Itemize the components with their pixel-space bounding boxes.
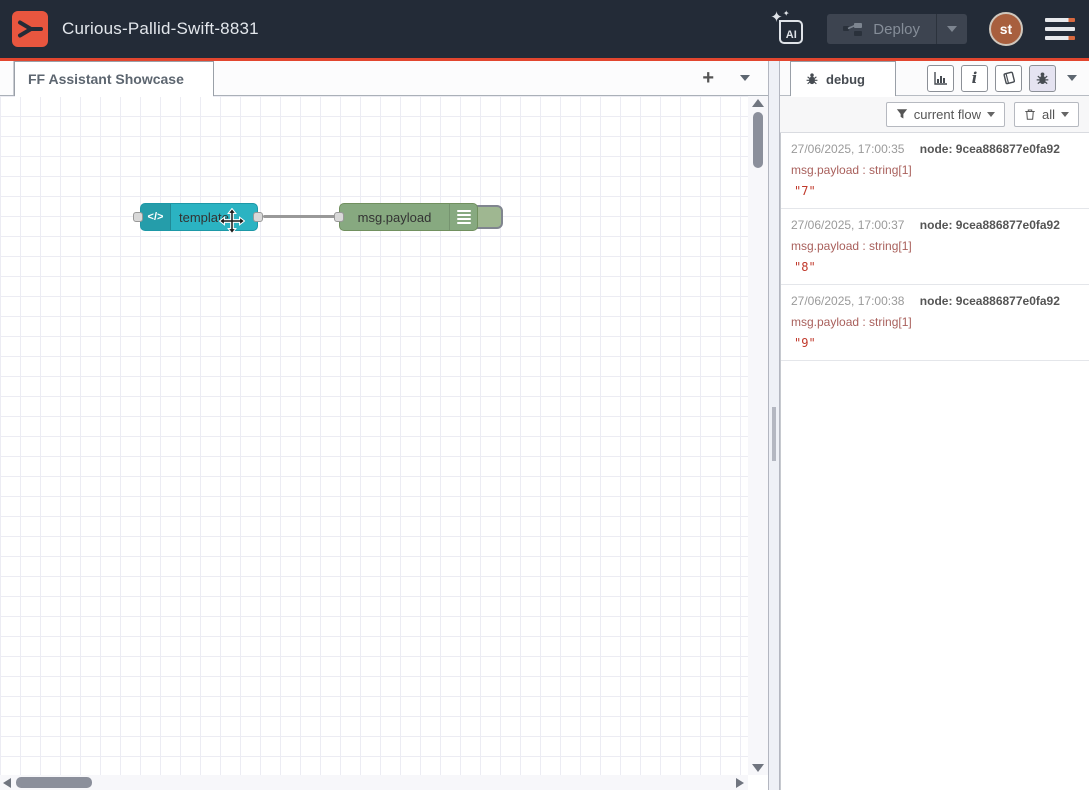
bar-chart-icon <box>933 70 949 86</box>
sidebar: debug i <box>780 61 1089 790</box>
message-property: msg.payload : string[1] <box>791 315 1079 329</box>
chevron-down-icon <box>987 112 995 117</box>
wire[interactable] <box>263 215 341 218</box>
debug-message-list: 27/06/2025, 17:00:35 node: 9cea886877e0f… <box>780 133 1089 790</box>
logo-fork-glyph <box>16 15 44 43</box>
output-port[interactable] <box>253 212 263 222</box>
message-property: msg.payload : string[1] <box>791 163 1079 177</box>
sidebar-menu-button[interactable] <box>1067 75 1077 81</box>
chevron-down-icon <box>947 26 957 32</box>
flow-canvas[interactable]: </> template msg.payload <box>0 96 748 775</box>
message-value: "8" <box>791 260 1079 274</box>
flow-tab-label: FF Assistant Showcase <box>28 71 184 87</box>
message-timestamp: 27/06/2025, 17:00:37 <box>791 218 904 232</box>
flowfuse-logo-icon[interactable] <box>12 11 48 47</box>
filter-label: current flow <box>914 107 981 122</box>
debug-message[interactable]: 27/06/2025, 17:00:35 node: 9cea886877e0f… <box>781 133 1089 209</box>
deploy-pipeline-icon <box>843 22 863 36</box>
avatar-initials: st <box>1000 21 1012 37</box>
scroll-right-arrow[interactable] <box>736 778 744 788</box>
message-node-id: node: 9cea886877e0fa92 <box>920 218 1060 232</box>
move-cursor-icon <box>219 208 245 234</box>
node-debug[interactable]: msg.payload <box>339 203 478 231</box>
debug-toolbar: current flow all <box>780 96 1089 133</box>
info-icon: i <box>972 69 978 87</box>
book-icon <box>1001 70 1017 86</box>
hamburger-bar <box>1045 27 1075 31</box>
debug-clear-button[interactable]: all <box>1014 102 1079 127</box>
input-port[interactable] <box>133 212 143 222</box>
tab-scroll-spacer <box>0 61 14 95</box>
deploy-options-button[interactable] <box>936 14 967 44</box>
funnel-icon <box>896 108 908 120</box>
ai-label: AI <box>779 20 803 44</box>
debug-tab-button[interactable] <box>1029 65 1056 92</box>
scroll-down-arrow[interactable] <box>752 764 764 772</box>
debug-message[interactable]: 27/06/2025, 17:00:37 node: 9cea886877e0f… <box>781 209 1089 285</box>
page-title: Curious-Pallid-Swift-8831 <box>62 19 259 39</box>
list-icon <box>449 204 477 230</box>
message-node-id: node: 9cea886877e0fa92 <box>920 142 1060 156</box>
scroll-left-arrow[interactable] <box>3 778 11 788</box>
chevron-down-icon <box>1061 112 1069 117</box>
debug-filter-button[interactable]: current flow <box>886 102 1005 127</box>
message-value: "9" <box>791 336 1079 350</box>
horizontal-scrollbar[interactable] <box>0 775 748 790</box>
message-node-id: node: 9cea886877e0fa92 <box>920 294 1060 308</box>
sidebar-resize-handle[interactable] <box>768 61 780 790</box>
resize-grip[interactable] <box>772 407 776 461</box>
workspace: FF Assistant Showcase + </> template msg… <box>0 61 768 790</box>
node-label: msg.payload <box>340 204 449 230</box>
message-property: msg.payload : string[1] <box>791 239 1079 253</box>
code-icon: </> <box>141 204 171 230</box>
hamburger-bar <box>1045 18 1075 22</box>
sidebar-tab-label: debug <box>826 72 865 87</box>
deploy-label: Deploy <box>873 21 920 38</box>
ai-assistant-button[interactable]: ✦✦ AI <box>769 11 805 47</box>
flow-tabbar: FF Assistant Showcase + <box>0 61 768 96</box>
add-flow-button[interactable]: + <box>702 68 714 88</box>
horizontal-scroll-thumb[interactable] <box>16 777 92 788</box>
message-timestamp: 27/06/2025, 17:00:38 <box>791 294 904 308</box>
flow-list-button[interactable] <box>740 75 750 81</box>
input-port[interactable] <box>334 212 344 222</box>
message-timestamp: 27/06/2025, 17:00:35 <box>791 142 904 156</box>
deploy-button[interactable]: Deploy <box>827 14 967 44</box>
vertical-scroll-thumb[interactable] <box>753 112 763 168</box>
info-tab-button[interactable]: i <box>961 65 988 92</box>
header: Curious-Pallid-Swift-8831 ✦✦ AI Deploy s… <box>0 0 1089 61</box>
help-tab-button[interactable] <box>995 65 1022 92</box>
tab-debug[interactable]: debug <box>790 61 896 96</box>
user-avatar[interactable]: st <box>989 12 1023 46</box>
clear-label: all <box>1042 107 1055 122</box>
bug-icon <box>1035 71 1050 86</box>
hamburger-bar <box>1045 36 1075 40</box>
tab-ff-assistant-showcase[interactable]: FF Assistant Showcase <box>14 61 214 96</box>
vertical-scrollbar[interactable] <box>748 96 768 775</box>
scroll-up-arrow[interactable] <box>752 99 764 107</box>
debug-message[interactable]: 27/06/2025, 17:00:38 node: 9cea886877e0f… <box>781 285 1089 361</box>
trash-icon <box>1024 108 1036 121</box>
dashboard-tab-button[interactable] <box>927 65 954 92</box>
main-menu-button[interactable] <box>1045 14 1075 44</box>
message-value: "7" <box>791 184 1079 198</box>
bug-icon <box>805 72 819 86</box>
sidebar-tabbar: debug i <box>780 61 1089 96</box>
